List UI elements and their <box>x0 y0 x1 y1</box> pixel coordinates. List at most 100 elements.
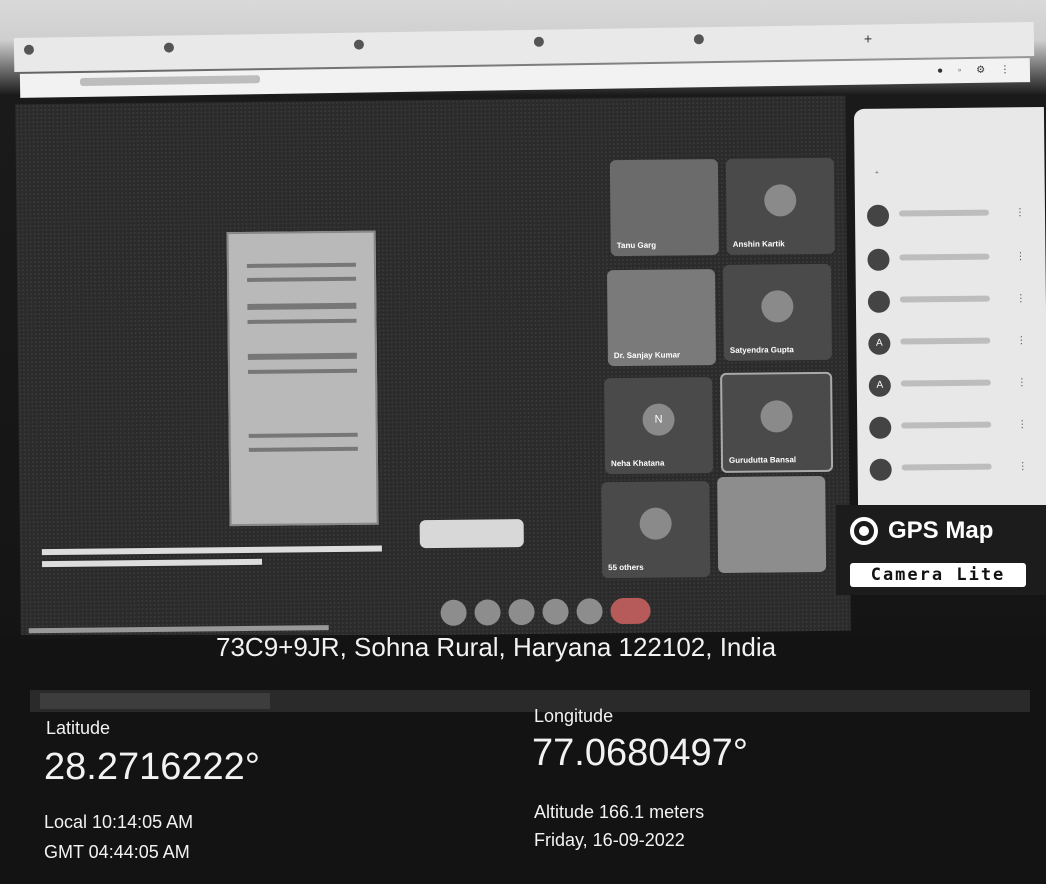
poster-line <box>248 368 358 374</box>
end-call-button[interactable] <box>610 597 651 625</box>
participant-tile[interactable]: Tanu Garg <box>609 159 719 257</box>
add-people-button[interactable]: ⁺ <box>875 169 880 180</box>
gps-camera-logo-icon <box>850 517 878 545</box>
gps-map-camera-badge: GPS Map Camera Lite <box>836 505 1046 595</box>
browser-tab[interactable] <box>353 36 524 61</box>
avatar: A <box>868 374 891 397</box>
browser-tab[interactable] <box>533 33 684 57</box>
people-list-item[interactable]: ⋮ <box>867 289 1038 315</box>
altitude: Altitude 166.1 meters <box>534 802 705 822</box>
mic-icon: ⋮ <box>1014 207 1026 219</box>
add-person-icon: ⁺ <box>874 168 880 179</box>
people-list-item[interactable]: ⋮ <box>866 203 1037 229</box>
mic-icon: ⋮ <box>1015 293 1026 305</box>
participant-tile[interactable]: Dr. Sanjay Kumar <box>606 269 716 367</box>
poster-line <box>248 446 358 452</box>
longitude-value: 77.0680497° <box>532 732 748 774</box>
participant-name: 55 others <box>608 562 644 573</box>
person-name <box>901 463 992 471</box>
new-tab-icon[interactable]: + <box>864 30 904 53</box>
tab-favicon-icon <box>163 42 175 53</box>
avatar <box>867 248 890 271</box>
poster-line <box>247 318 357 324</box>
gps-badge-subtitle: Camera Lite <box>850 563 1026 587</box>
avatar <box>639 507 672 540</box>
captions-icon[interactable] <box>508 598 535 626</box>
participant-tile-active[interactable]: Gurudutta Bansal <box>720 371 834 473</box>
participant-tile[interactable]: N Neha Khatana <box>604 377 714 475</box>
mic-icon: ⋮ <box>1017 461 1028 473</box>
taskbar <box>30 690 1030 712</box>
participant-name: Neha Khatana <box>610 458 665 469</box>
person-name <box>900 379 991 387</box>
tab-favicon-icon <box>353 39 365 50</box>
person-name <box>901 421 992 429</box>
mic-icon: ⋮ <box>1017 419 1028 431</box>
latitude-label: Latitude <box>46 718 111 738</box>
people-list-item[interactable]: A ⋮ <box>868 331 1038 357</box>
tab-favicon-icon <box>693 33 704 44</box>
local-time: Local 10:14:05 AM <box>44 812 194 832</box>
person-name <box>899 295 990 303</box>
location-address: 73C9+9JR, Sohna Rural, Haryana 122102, I… <box>216 632 777 662</box>
taskbar-search-box[interactable] <box>40 693 270 709</box>
present-icon[interactable] <box>542 598 569 625</box>
people-list-item[interactable]: ⋮ <box>869 457 1040 483</box>
participant-name: Anshin Kartik <box>732 239 785 249</box>
poster-line <box>246 262 356 268</box>
mic-icon: ⋮ <box>1016 377 1027 389</box>
poster-line <box>247 352 357 360</box>
participant-name: Satyendra Gupta <box>729 345 794 355</box>
poster-line <box>247 302 357 310</box>
more-options-icon[interactable] <box>576 598 603 625</box>
avatar: N <box>642 403 675 436</box>
avatar <box>869 458 892 481</box>
url-text <box>79 75 261 86</box>
avatar: A <box>868 332 891 355</box>
people-list-item[interactable]: ⋮ <box>867 247 1037 273</box>
tab-favicon-icon <box>533 36 544 47</box>
mic-icon: ⋮ <box>1015 251 1026 263</box>
mic-icon[interactable] <box>440 599 467 626</box>
participant-grid: Tanu Garg Anshin Kartik Dr. Sanjay Kumar… <box>596 157 840 580</box>
people-list-item[interactable]: A ⋮ <box>868 373 1039 399</box>
avatar <box>760 400 793 433</box>
latitude-value: 28.2716222° <box>44 746 260 788</box>
people-list-item[interactable]: ⋮ <box>869 415 1039 441</box>
gmt-time: GMT 04:44:05 AM <box>44 842 190 862</box>
browser-toolbar-icons[interactable]: ● ◦ ⚙ ⋮ <box>937 64 1016 76</box>
browser-tab[interactable] <box>163 39 344 64</box>
stop-presenting-button[interactable] <box>419 519 524 549</box>
camera-icon[interactable] <box>474 599 501 626</box>
photo-frame: + ● ◦ ⚙ ⋮ Tanu Garg Anshin Kartik Dr. Sa… <box>0 0 1046 884</box>
participant-name: Dr. Sanjay Kumar <box>613 350 681 361</box>
participant-tile[interactable]: Satyendra Gupta <box>722 263 832 361</box>
poster-line <box>248 432 358 438</box>
person-name <box>900 337 991 345</box>
person-name <box>898 209 990 217</box>
participant-name: Tanu Garg <box>616 240 657 251</box>
participant-tile[interactable]: Anshin Kartik <box>725 157 835 255</box>
people-panel: ⁺ ⋮ ⋮ ⋮ A ⋮ A ⋮ ⋮ ⋮ <box>853 107 1046 509</box>
call-controls <box>440 597 680 630</box>
participant-tile[interactable]: 55 others <box>601 481 711 579</box>
avatar <box>867 290 891 313</box>
meeting-screen: Tanu Garg Anshin Kartik Dr. Sanjay Kumar… <box>15 95 851 640</box>
share-warning <box>41 545 402 568</box>
mic-icon: ⋮ <box>1016 335 1027 347</box>
avatar <box>866 204 890 227</box>
avatar <box>761 290 794 323</box>
gps-badge-title: GPS Map <box>888 517 994 544</box>
participant-tile[interactable] <box>717 475 827 574</box>
participant-name: Gurudutta Bansal <box>728 455 797 465</box>
longitude-label: Longitude <box>534 706 614 726</box>
tab-favicon-icon <box>23 44 35 55</box>
poster-line <box>247 276 357 282</box>
person-name <box>899 253 990 261</box>
avatar <box>869 416 892 439</box>
date: Friday, 16-09-2022 <box>534 830 685 850</box>
shared-poster <box>226 230 379 527</box>
avatar <box>764 184 797 217</box>
browser-tab[interactable] <box>23 42 154 66</box>
browser-tab[interactable] <box>693 31 844 55</box>
